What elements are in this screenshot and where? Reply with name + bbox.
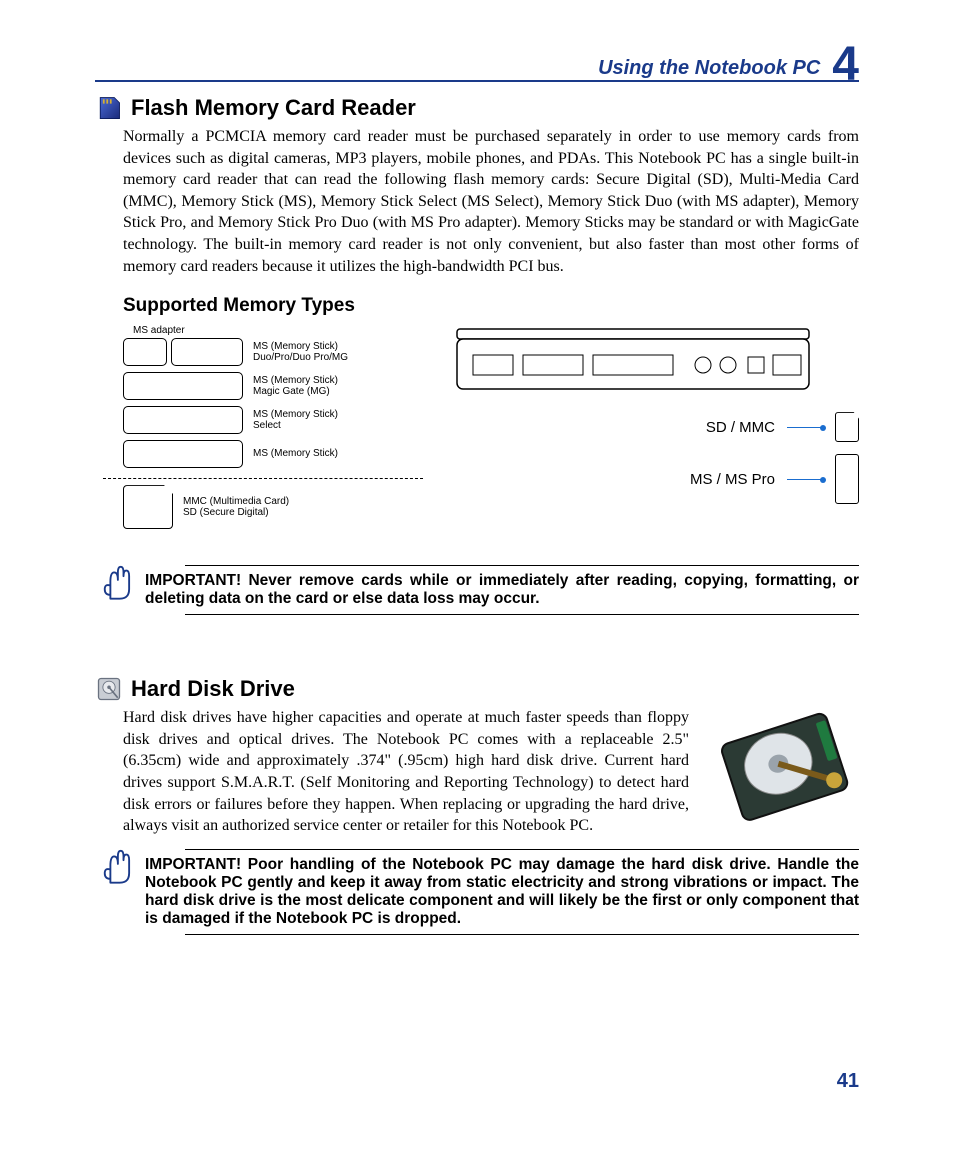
hdd-image (709, 707, 859, 822)
ms-slot-card-icon (835, 454, 859, 504)
sd-slot-row: SD / MMC (453, 412, 859, 442)
card-row-4: MS (Memory Stick) (123, 440, 423, 468)
memory-card-icon (95, 94, 123, 122)
card-label-1: MS (Memory Stick) Duo/Pro/Duo Pro/MG (253, 341, 348, 364)
hand-icon (101, 847, 131, 890)
memory-types-figure: MS adapter MS (Memory Stick) Duo/Pro/Duo… (123, 325, 859, 535)
leader-line-icon (787, 479, 823, 480)
ms-mg-card-icon (123, 372, 243, 400)
section-body: Normally a PCMCIA memory card reader mus… (123, 126, 859, 277)
section-title: Flash Memory Card Reader (95, 94, 859, 122)
laptop-side-icon (453, 325, 813, 395)
card-row-2: MS (Memory Stick) Magic Gate (MG) (123, 372, 423, 400)
ms-adapter-label: MS adapter (133, 325, 423, 336)
section-title-text: Flash Memory Card Reader (131, 95, 416, 121)
subheading: Supported Memory Types (123, 295, 859, 317)
ms-adapter-icon (171, 338, 243, 366)
ms-slot-label: MS / MS Pro (690, 471, 775, 488)
ms-card-icon (123, 440, 243, 468)
section-title: Hard Disk Drive (95, 675, 859, 703)
important-note-1: IMPORTANT! Never remove cards while or i… (101, 563, 859, 615)
card-row-1: MS (Memory Stick) Duo/Pro/Duo Pro/MG (123, 338, 423, 366)
page-number: 41 (837, 1070, 859, 1093)
laptop-diagram: SD / MMC MS / MS Pro (453, 325, 859, 535)
section-hdd: Hard Disk Drive Hard disk drives have hi… (95, 675, 859, 935)
card-label-2: MS (Memory Stick) Magic Gate (MG) (253, 375, 338, 398)
card-label-4: MS (Memory Stick) (253, 448, 338, 460)
ms-slot-row: MS / MS Pro (453, 454, 859, 504)
card-row-5: MMC (Multimedia Card) SD (Secure Digital… (123, 485, 423, 529)
chapter-number: 4 (832, 46, 859, 84)
section-title-text: Hard Disk Drive (131, 676, 295, 702)
sd-slot-card-icon (835, 412, 859, 442)
page: Using the Notebook PC 4 Flash Memory Car… (0, 0, 954, 1155)
header-title: Using the Notebook PC (598, 57, 820, 80)
ms-duo-card-icon (123, 338, 167, 366)
card-row-3: MS (Memory Stick) Select (123, 406, 423, 434)
page-header: Using the Notebook PC 4 (95, 40, 859, 82)
sd-card-icon (123, 485, 173, 529)
important-note-2: IMPORTANT! Poor handling of the Notebook… (101, 847, 859, 935)
hdd-row: Hard disk drives have higher capacities … (123, 707, 859, 837)
card-label-3: MS (Memory Stick) Select (253, 409, 338, 432)
leader-line-icon (787, 427, 823, 428)
hand-icon (101, 563, 131, 606)
important-text-1: IMPORTANT! Never remove cards while or i… (145, 572, 859, 608)
dashed-divider (103, 478, 423, 479)
hdd-icon (95, 675, 123, 703)
memory-cards-left: MS adapter MS (Memory Stick) Duo/Pro/Duo… (123, 325, 423, 535)
card-label-5: MMC (Multimedia Card) SD (Secure Digital… (183, 496, 289, 519)
section-flash-memory: Flash Memory Card Reader Normally a PCMC… (95, 94, 859, 615)
ms-select-card-icon (123, 406, 243, 434)
sd-slot-label: SD / MMC (706, 419, 775, 436)
important-text-2: IMPORTANT! Poor handling of the Notebook… (145, 856, 859, 928)
hdd-body: Hard disk drives have higher capacities … (123, 707, 689, 837)
